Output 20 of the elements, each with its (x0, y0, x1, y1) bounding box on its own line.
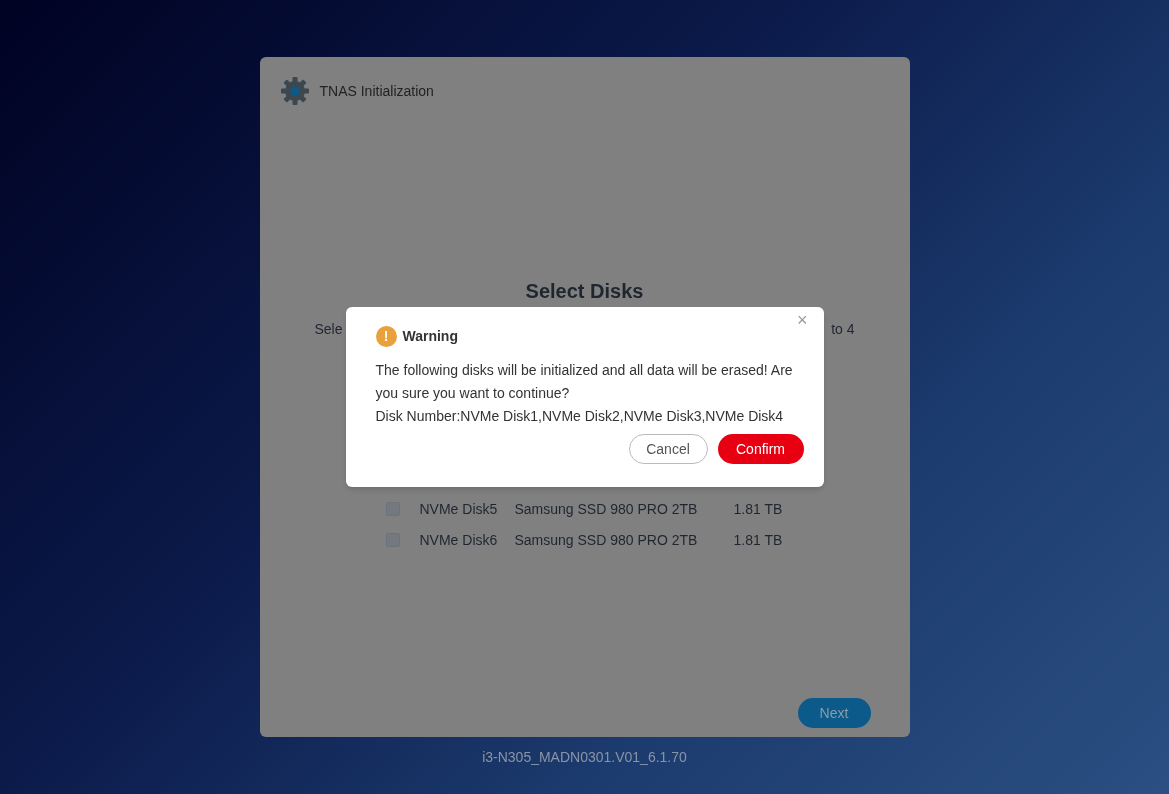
dialog-title: Warning (402, 327, 458, 346)
subtitle-text: Sele (314, 320, 343, 339)
warning-icon: ! (375, 326, 397, 347)
disk-size: 1.81 TB (733, 499, 783, 519)
gear-icon (279, 76, 310, 106)
next-button[interactable]: Next (797, 698, 871, 728)
disk-model: Samsung SSD 980 PRO 2TB (514, 530, 699, 550)
version-text: i3-N305_MADN0301.V01_6.1.70 (482, 748, 687, 767)
disk-size: 1.81 TB (733, 530, 783, 550)
disk-name: NVMe Disk5 (419, 499, 499, 519)
page-heading: Select Disks (525, 279, 644, 304)
dialog-message: The following disks will be initialized and all data will be erased! Are you sure you want to continue? (375, 361, 794, 403)
disk-number-text: Disk Number:NVMe Disk1,NVMe Disk2,NVMe Disk3,NVMe Disk4 (375, 407, 785, 426)
cancel-button[interactable]: Cancel (628, 434, 708, 464)
close-button[interactable]: × (797, 311, 808, 329)
disk-name: NVMe Disk6 (419, 530, 499, 550)
disk-model: Samsung SSD 980 PRO 2TB (514, 499, 699, 519)
confirm-button[interactable]: Confirm (717, 434, 804, 464)
subtitle-text: to 4 (831, 320, 855, 339)
window-title: TNAS Initialization (319, 81, 434, 101)
